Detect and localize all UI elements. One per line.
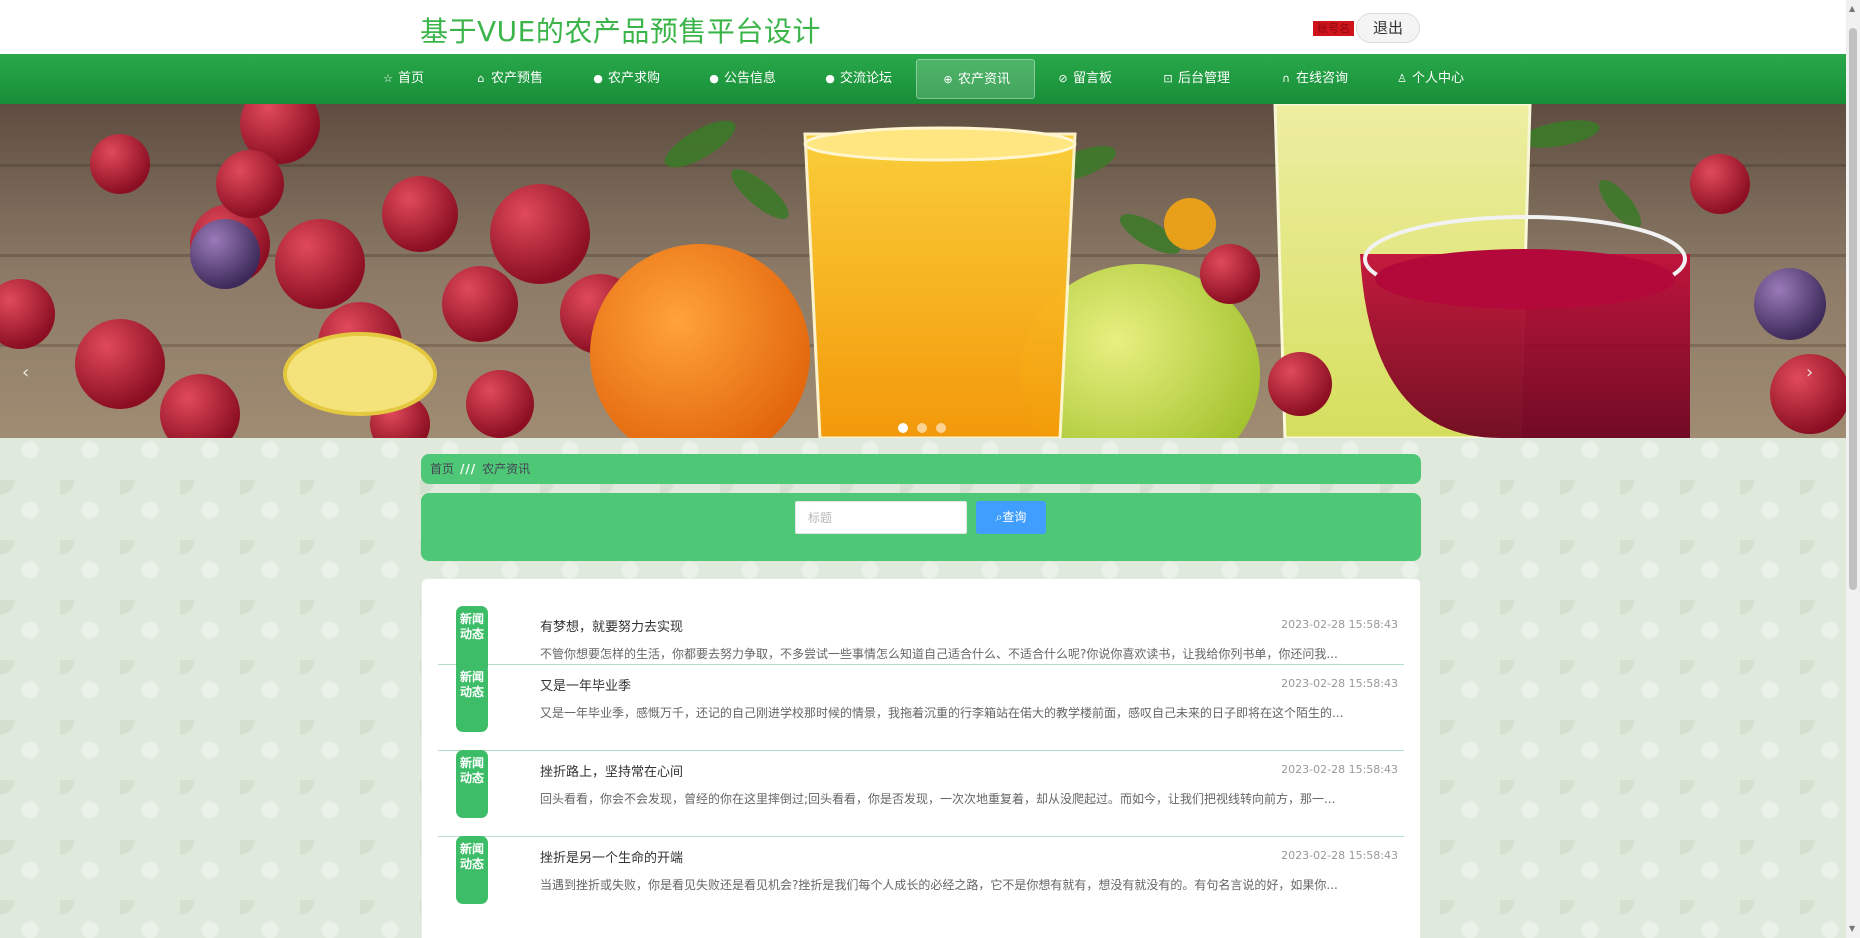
carousel-dot-2[interactable]	[917, 423, 927, 433]
news-summary: 又是一年毕业季，感慨万千，还记的自己刚进学校那时候的情景，我拖着沉重的行李箱站在…	[540, 706, 1344, 720]
news-badge: 新闻动态	[456, 750, 488, 818]
nav-item-presale[interactable]: ⌂ 农产预售	[474, 59, 544, 99]
nav-item-purchase[interactable]: ● 农产求购	[591, 59, 660, 99]
nav-item-consult[interactable]: ∩ 在线咨询	[1279, 59, 1348, 99]
news-summary: 当遇到挫折或失败，你是看见失败还是看见机会?挫折是我们每个人成长的必经之路，它不…	[540, 878, 1338, 892]
news-item[interactable]: 新闻动态 挫折是另一个生命的开端 2023-02-28 15:58:43 当遇到…	[438, 836, 1404, 923]
news-title[interactable]: 有梦想，就要努力去实现	[540, 616, 683, 635]
news-date: 2023-02-28 15:58:43	[1281, 763, 1398, 776]
nav-item-admin[interactable]: ⊡ 后台管理	[1161, 59, 1230, 99]
info-icon: ●	[825, 72, 835, 85]
title-search-input[interactable]	[795, 501, 967, 534]
compass-icon: ⊘	[1058, 72, 1068, 85]
nav-item-profile[interactable]: ♙ 个人中心	[1395, 59, 1464, 99]
nav-item-home[interactable]: ☆ 首页	[381, 59, 424, 99]
breadcrumb-separator: ///	[460, 462, 477, 476]
info-icon: ●	[593, 72, 603, 85]
carousel-dot-1[interactable]	[898, 423, 908, 433]
breadcrumb-current: 农产资讯	[482, 462, 531, 476]
gift-icon: ⊡	[1163, 72, 1173, 85]
news-title[interactable]: 挫折路上，坚持常在心间	[540, 761, 683, 780]
star-icon: ☆	[383, 72, 393, 85]
bag-icon: ⌂	[477, 72, 485, 85]
news-summary: 不管你想要怎样的生活，你都要去努力争取，不多尝试一些事情怎么知道自己适合什么、不…	[540, 647, 1338, 661]
news-list: 新闻动态 有梦想，就要努力去实现 2023-02-28 15:58:43 不管你…	[421, 578, 1421, 938]
news-item[interactable]: 新闻动态 挫折路上，坚持常在心间 2023-02-28 15:58:43 回头看…	[438, 750, 1404, 837]
logout-button[interactable]: 退出	[1356, 13, 1420, 43]
news-badge: 新闻动态	[456, 664, 488, 732]
scroll-thumb[interactable]	[1849, 28, 1857, 590]
search-button[interactable]: ⌕查询	[976, 501, 1046, 534]
nav-item-notices[interactable]: ● 公告信息	[707, 59, 776, 99]
search-panel: ⌕查询	[421, 493, 1421, 561]
news-title[interactable]: 挫折是另一个生命的开端	[540, 847, 683, 866]
carousel-next-arrow[interactable]: ›	[1806, 362, 1813, 383]
carousel-prev-arrow[interactable]: ‹	[22, 362, 29, 383]
news-date: 2023-02-28 15:58:43	[1281, 849, 1398, 862]
nav-item-messages[interactable]: ⊘ 留言板	[1056, 59, 1112, 99]
news-title[interactable]: 又是一年毕业季	[540, 675, 631, 694]
news-badge: 新闻动态	[456, 836, 488, 904]
news-summary: 回头看看，你会不会发现，曾经的你在这里摔倒过;回头看看，你是否发现，一次次地重复…	[540, 792, 1336, 806]
site-title: 基于VUE的农产品预售平台设计	[420, 15, 821, 48]
banner-image	[0, 104, 1846, 438]
info-icon: ●	[709, 72, 719, 85]
user-name-tag[interactable]: 账号名	[1313, 21, 1354, 36]
carousel-indicators	[898, 418, 955, 437]
headset-icon: ∩	[1281, 72, 1291, 85]
scroll-up-arrow[interactable]: ▲	[1849, 4, 1855, 13]
top-header: 基于VUE的农产品预售平台设计 账号名 退出	[0, 0, 1860, 54]
news-date: 2023-02-28 15:58:43	[1281, 677, 1398, 690]
user-icon: ♙	[1397, 72, 1407, 85]
nav-item-news[interactable]: ⊕ 农产资讯	[916, 59, 1036, 99]
main-nav: ☆ 首页 ⌂ 农产预售 ● 农产求购 ● 公告信息 ● 交流论坛 ⊕ 农产资讯 ⊘ 留言板 ⊡…	[0, 54, 1860, 104]
scroll-down-arrow[interactable]: ▼	[1849, 924, 1855, 933]
news-item[interactable]: 新闻动态 有梦想，就要努力去实现 2023-02-28 15:58:43 不管你…	[438, 579, 1404, 674]
carousel-dot-3[interactable]	[936, 423, 946, 433]
breadcrumb-home[interactable]: 首页	[430, 462, 454, 476]
news-date: 2023-02-28 15:58:43	[1281, 618, 1398, 631]
globe-icon: ⊕	[943, 73, 953, 86]
breadcrumb: 首页 /// 农产资讯	[421, 454, 1421, 484]
nav-item-forum[interactable]: ● 交流论坛	[823, 59, 892, 99]
page-scrollbar[interactable]: ▲ ▼	[1846, 0, 1860, 938]
banner-carousel[interactable]: ‹ ›	[0, 104, 1846, 438]
news-item[interactable]: 新闻动态 又是一年毕业季 2023-02-28 15:58:43 又是一年毕业季…	[438, 664, 1404, 751]
